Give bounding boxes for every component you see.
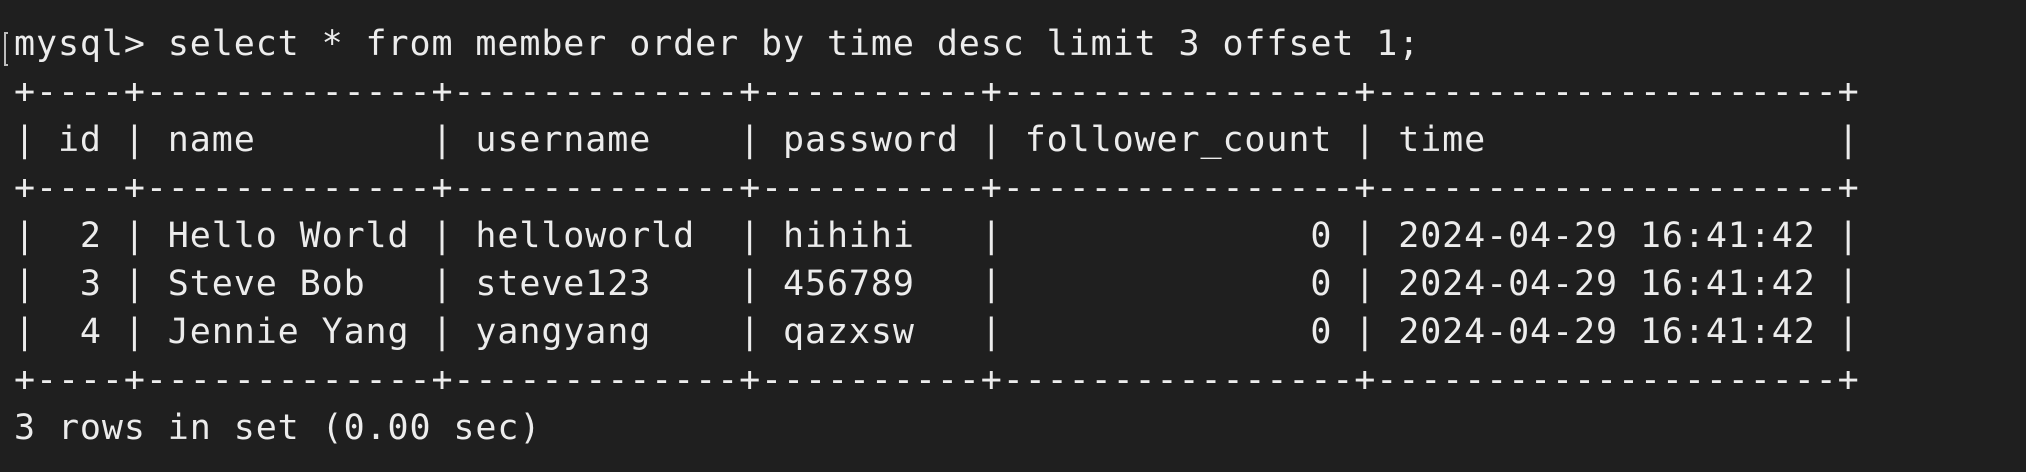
table-border-top: +----+-------------+-------------+------… [14,72,1860,112]
table-row: | 2 | Hello World | helloworld | hihihi … [14,216,1860,256]
table-header-row: | id | name | username | password | foll… [14,120,1860,160]
terminal-window[interactable]: mysql> select * from member order by tim… [0,0,2026,472]
result-status: 3 rows in set (0.00 sec) [14,408,542,448]
command-line: mysql> select * from member order by tim… [14,20,2026,68]
table-border-header: +----+-------------+-------------+------… [14,168,1860,208]
table-row: | 4 | Jennie Yang | yangyang | qazxsw | … [14,312,1860,352]
sql-command: select * from member order by time desc … [167,24,1421,64]
table-border-bottom: +----+-------------+-------------+------… [14,360,1860,400]
table-row: | 3 | Steve Bob | steve123 | 456789 | 0 … [14,264,1860,304]
mysql-prompt: mysql> [14,24,168,64]
selection-bracket-icon [4,32,8,66]
